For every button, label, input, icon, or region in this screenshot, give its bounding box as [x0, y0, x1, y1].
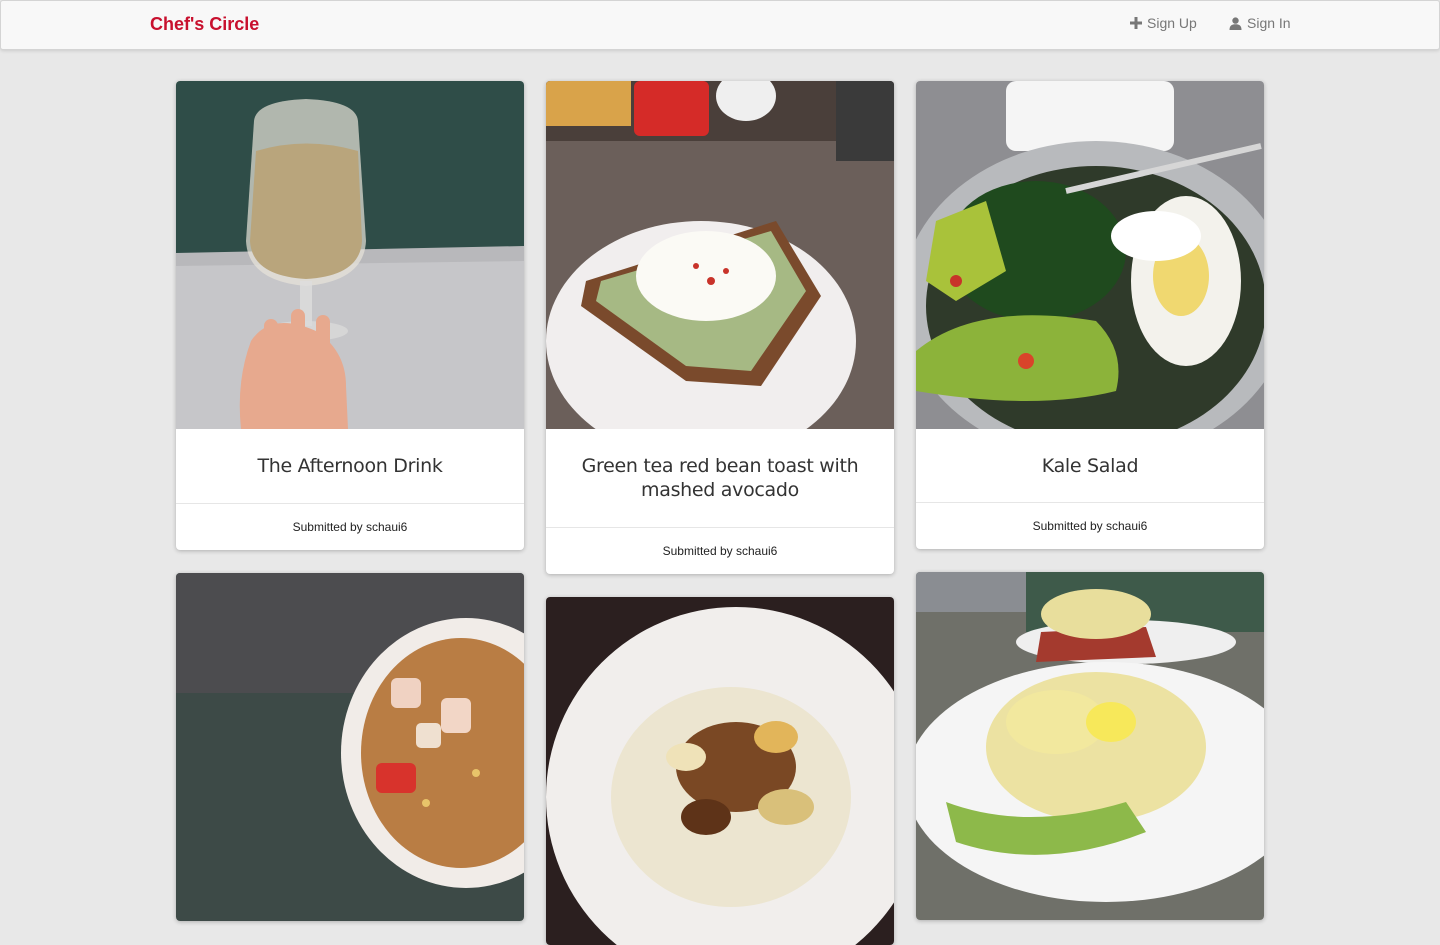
- recipe-photo[interactable]: [546, 597, 894, 945]
- recipe-submitter: Submitted by schaui6: [1032, 519, 1148, 533]
- recipe-submitter: Submitted by schaui6: [662, 544, 778, 558]
- recipe-photo[interactable]: [916, 81, 1264, 429]
- sign-up-label: Sign Up: [1147, 15, 1197, 31]
- recipe-card[interactable]: [176, 573, 524, 921]
- recipe-title[interactable]: Green tea red bean toast with mashed avo…: [576, 454, 864, 502]
- recipe-title[interactable]: Kale Salad: [1042, 454, 1139, 478]
- sign-in-label: Sign In: [1247, 15, 1291, 31]
- brand-logo[interactable]: Chef's Circle: [150, 14, 259, 35]
- recipe-photo[interactable]: [916, 572, 1264, 920]
- recipe-card[interactable]: Kale Salad Submitted by schaui6: [916, 81, 1264, 549]
- recipe-photo[interactable]: [176, 573, 524, 921]
- recipe-card[interactable]: [546, 597, 894, 945]
- recipe-card[interactable]: [916, 572, 1264, 920]
- recipe-title-area: The Afternoon Drink: [176, 429, 524, 504]
- recipe-title-area: Kale Salad: [916, 429, 1264, 503]
- recipe-title-area: Green tea red bean toast with mashed avo…: [546, 429, 894, 528]
- user-icon: [1229, 16, 1242, 30]
- recipe-card[interactable]: The Afternoon Drink Submitted by schaui6: [176, 81, 524, 550]
- sign-up-link[interactable]: Sign Up: [1130, 15, 1197, 31]
- sign-in-link[interactable]: Sign In: [1229, 15, 1291, 31]
- plus-icon: [1130, 17, 1142, 29]
- recipe-photo[interactable]: [546, 81, 894, 429]
- recipe-title[interactable]: The Afternoon Drink: [257, 454, 442, 478]
- recipe-card[interactable]: Green tea red bean toast with mashed avo…: [546, 81, 894, 574]
- top-navbar: Chef's Circle Sign Up Sign In: [0, 0, 1440, 50]
- recipe-photo[interactable]: [176, 81, 524, 429]
- recipe-submitter: Submitted by schaui6: [292, 520, 408, 534]
